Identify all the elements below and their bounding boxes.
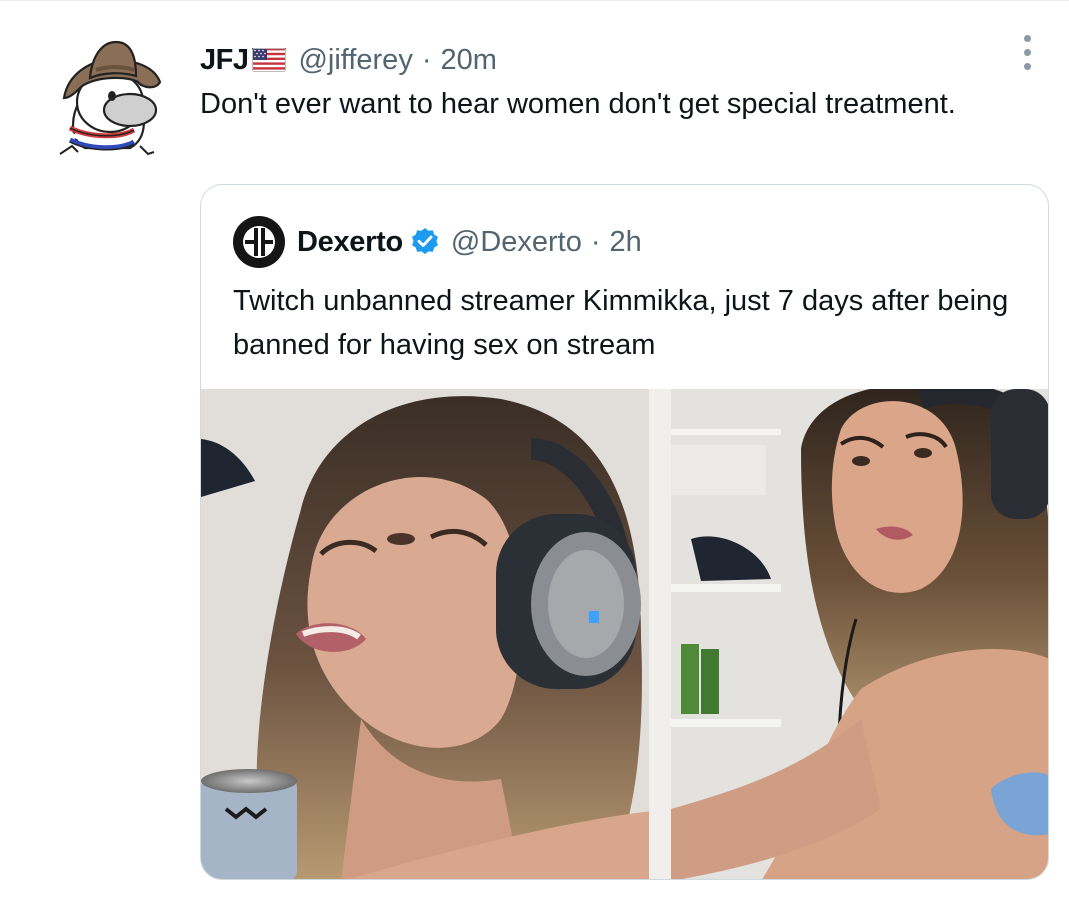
streamer-photo-collage — [201, 389, 1048, 879]
verified-badge-icon — [411, 228, 438, 255]
quote-author-handle[interactable]: @Dexerto — [451, 226, 582, 259]
quote-timestamp[interactable]: 2h — [610, 226, 642, 259]
quote-header: Dexerto @Dexerto · 2h — [233, 216, 642, 268]
quote-author-name[interactable]: Dexerto — [297, 226, 403, 259]
header-separator: · — [421, 43, 432, 76]
more-options-icon[interactable] — [1012, 32, 1042, 72]
quoted-tweet-card[interactable]: Dexerto @Dexerto · 2h Twitch unbanned st… — [200, 184, 1049, 880]
more-dot — [1023, 34, 1031, 42]
tweet-text: Don't ever want to hear women don't get … — [200, 88, 956, 120]
dexerto-logo-icon[interactable] — [233, 216, 285, 268]
duck-avatar-icon — [59, 40, 162, 156]
quote-text: Twitch unbanned streamer Kimmikka, just … — [233, 285, 1009, 361]
author-avatar[interactable] — [50, 30, 165, 165]
quote-header-separator: · — [590, 225, 601, 258]
more-dot — [1023, 48, 1031, 56]
author-display-name[interactable]: JFJ — [200, 44, 249, 77]
us-flag-icon — [252, 48, 287, 72]
more-dot — [1023, 62, 1031, 70]
quote-media-photo[interactable] — [201, 389, 1048, 879]
author-handle[interactable]: @jifferey — [298, 44, 412, 77]
tweet-header: JFJ @jifferey · 20m — [200, 40, 497, 80]
tweet-timestamp[interactable]: 20m — [441, 44, 497, 77]
top-divider — [0, 0, 1069, 1]
